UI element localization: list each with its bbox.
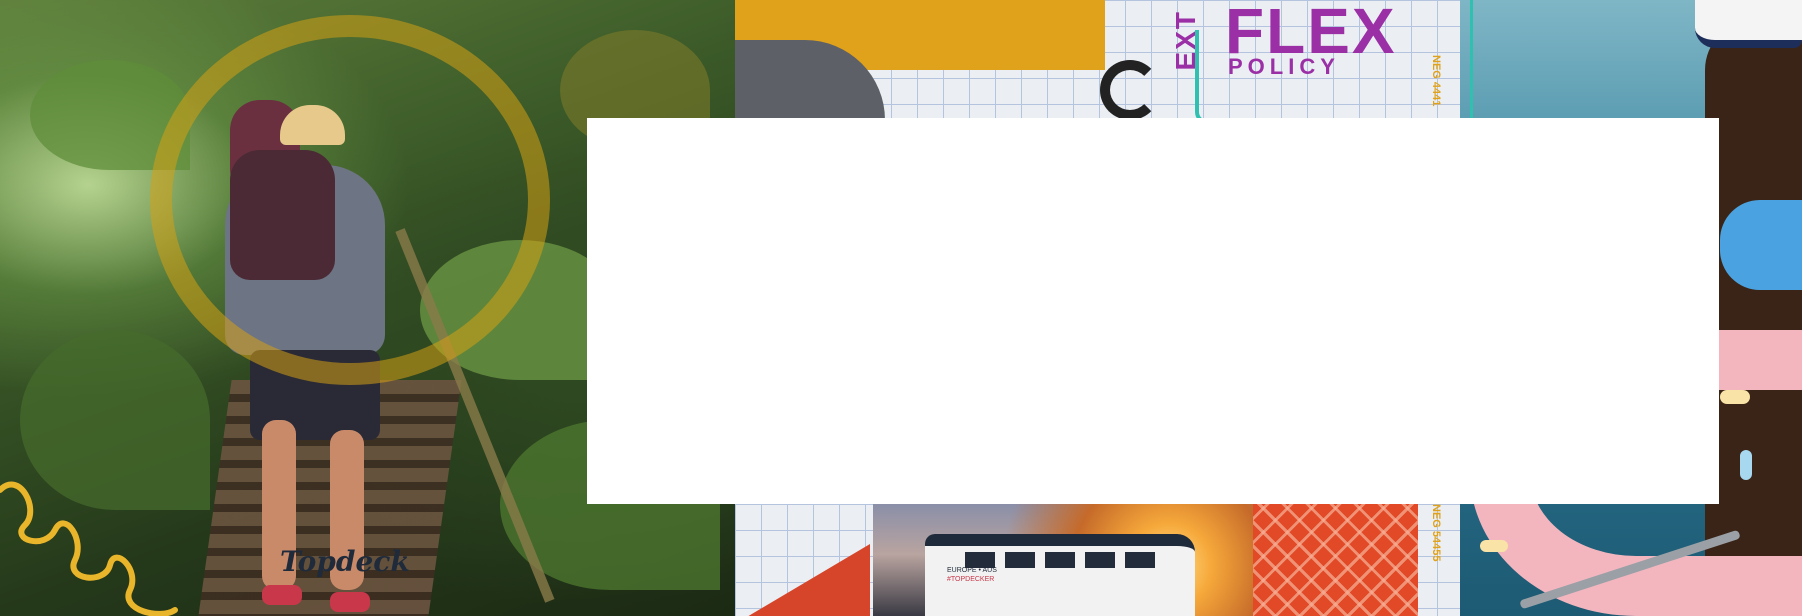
teal-line [1470,0,1473,120]
yellow-ring-graphic [150,15,550,385]
yellow-spiral-graphic [0,481,178,616]
modal-dialog[interactable] [587,118,1719,504]
ext-label: EXT [1170,10,1201,71]
negative-number-label: NEG 54455 [1430,504,1442,562]
bus-route-text: EUROPE • AUS [947,567,997,574]
hiker-shoe [262,585,302,605]
negative-number-label: NEG 4441 [1430,55,1442,107]
bus-window [1125,552,1155,568]
sailor-cap [1695,0,1802,48]
hiker-shoe [330,592,370,612]
bus-window [1085,552,1115,568]
diamond-pattern [1253,504,1418,616]
sprinkle [1720,390,1750,404]
sprinkle [1480,540,1508,552]
policy-label: POLICY [1228,54,1340,79]
bus-window [1045,552,1075,568]
sprinkle [1740,450,1752,480]
bus-sunset-photo: EUROPE • AUS #TOPDECKER NEG 54455 [735,504,1460,616]
bus-small-text: EUROPE • AUS #TOPDECKER [947,566,997,584]
bus-window [1005,552,1035,568]
swimsuit [1720,200,1802,290]
bus-hashtag: #TOPDECKER [947,576,995,583]
bus-brand-logo: Topdeck [280,545,410,578]
black-brush-mark [1100,60,1160,120]
collage-background: EXT FLEX POLICY NEG 4441 EUROPE • AUS #T… [0,0,1802,616]
